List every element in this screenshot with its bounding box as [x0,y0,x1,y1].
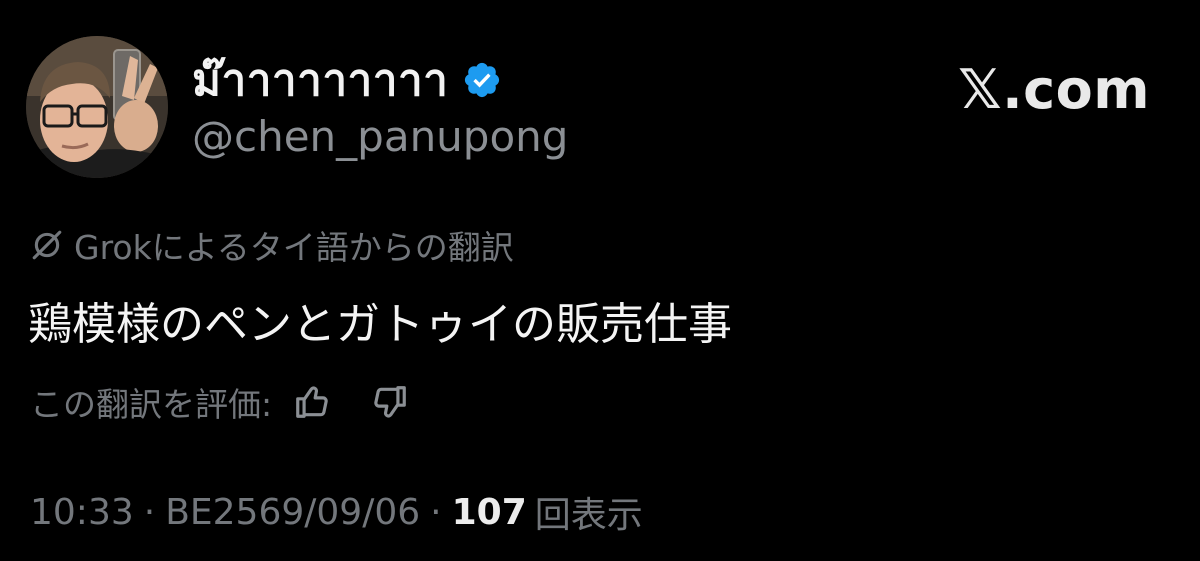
author-display-name[interactable]: ม๊าาาาาาาาา [192,45,448,115]
profile-photo-image [26,36,168,178]
tweet-time[interactable]: 10:33 [30,492,134,533]
thumbs-up-icon [296,386,328,418]
thumbs-down-icon [374,386,406,418]
rate-translation-row: この翻訳を評価: [30,376,412,428]
rate-translation-label: この翻訳を評価: [30,385,273,424]
thumbs-down-button[interactable] [368,380,412,424]
tweet-text: 鶏模様のペンとガトゥイの販売仕事 [28,299,732,350]
views-label: 回表示 [534,495,643,536]
translation-notice: Grokによるタイ語からの翻訳 [30,220,514,270]
verified-badge-icon [465,62,500,98]
thumbs-up-button[interactable] [290,380,334,424]
author-handle[interactable]: @chen_panupong [192,112,568,161]
author-name-row[interactable]: ม๊าาาาาาาาา [192,52,502,108]
meta-separator: · [430,491,442,533]
views-count[interactable]: 107 [452,492,527,533]
grok-icon [32,230,62,260]
tweet-meta: 10:33 · BE2569/09/06 · 107 回表示 [30,486,643,538]
meta-separator: · [143,491,156,533]
tweet-date[interactable]: BE2569/09/06 [165,492,420,533]
avatar[interactable] [26,36,168,178]
translation-notice-text: Grokによるタイ語からの翻訳 [74,228,514,267]
x-com-watermark: 𝕏.com [958,58,1150,121]
